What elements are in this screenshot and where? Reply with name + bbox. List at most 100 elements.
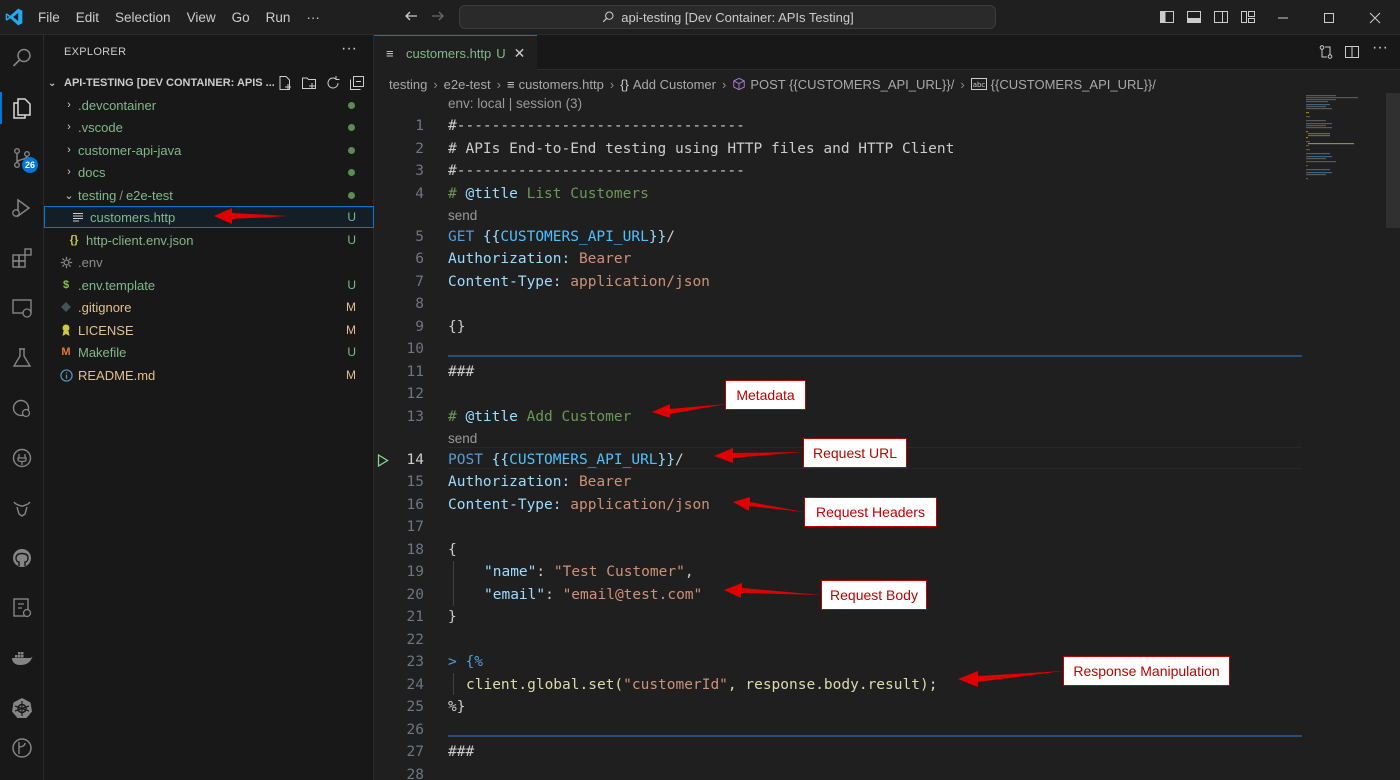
scrollbar-thumb[interactable]: [1386, 93, 1400, 228]
vscode-logo-icon[interactable]: [4, 7, 24, 27]
breadcrumb-url[interactable]: {{CUSTOMERS_API_URL}}/: [991, 77, 1156, 92]
menu-selection[interactable]: Selection: [107, 10, 179, 25]
customize-layout-icon[interactable]: [1240, 9, 1256, 25]
code-editor[interactable]: env: local | session (3) 1 #------------…: [374, 93, 1400, 780]
new-file-icon[interactable]: [277, 75, 293, 91]
back-arrow-icon[interactable]: [403, 8, 419, 24]
status-dot: [348, 191, 355, 199]
dollar-icon: $: [62, 279, 70, 291]
maximize-button[interactable]: [1306, 0, 1352, 35]
tree-file-customers-http[interactable]: customers.http U: [44, 206, 374, 228]
breadcrumb-post-request[interactable]: POST {{CUSTOMERS_API_URL}}/: [750, 77, 954, 92]
close-window-button[interactable]: [1352, 0, 1398, 35]
git-status-badge: M: [346, 323, 356, 337]
chevron-right-icon: ›: [960, 76, 965, 92]
tab-close-icon[interactable]: ✕: [514, 45, 526, 62]
testing-activity[interactable]: [6, 342, 38, 374]
line-number: 20: [406, 586, 424, 603]
testing-icon: [12, 348, 32, 367]
tree-file-readme[interactable]: README.md M: [44, 364, 374, 386]
code-text: POST {{CUSTOMERS_API_URL}}/: [448, 451, 684, 468]
line-number: 6: [415, 251, 424, 267]
tree-folder-customer-api-java[interactable]: › customer-api-java: [44, 139, 374, 161]
tree-folder-testing-e2e-test[interactable]: ⌄ testing / e2e-test: [44, 184, 374, 206]
gitlens-activity[interactable]: [6, 732, 38, 764]
menu-file[interactable]: File: [30, 10, 68, 25]
line-number: 27: [406, 744, 424, 760]
api-activity[interactable]: [6, 442, 38, 474]
breadcrumb-add-customer[interactable]: Add Customer: [633, 77, 716, 92]
search-activity[interactable]: [6, 42, 38, 74]
command-center-search[interactable]: api-testing [Dev Container: APIs Testing…: [459, 5, 996, 29]
toggle-primary-sidebar-icon[interactable]: [1159, 9, 1175, 25]
tree-folder-devcontainer[interactable]: › .devcontainer: [44, 94, 374, 116]
tree-file-env-template[interactable]: $ .env.template U: [44, 274, 374, 296]
code-text: }: [448, 609, 457, 625]
remote-explorer-activity[interactable]: [6, 292, 38, 324]
collapse-all-icon[interactable]: [349, 75, 365, 91]
tree-file-makefile[interactable]: M Makefile U: [44, 341, 374, 363]
editor-more-actions[interactable]: ···: [1372, 39, 1388, 56]
tree-file-license[interactable]: LICENSE M: [44, 319, 374, 341]
tree-item-label: Makefile: [78, 344, 127, 360]
dev-containers-activity[interactable]: [6, 592, 38, 624]
refresh-icon[interactable]: [325, 75, 341, 91]
split-editor-icon[interactable]: [1344, 44, 1360, 60]
tree-folder-vscode[interactable]: › .vscode: [44, 116, 374, 138]
chevron-right-icon: ›: [67, 121, 71, 133]
file-lines-icon: ≡: [386, 45, 394, 61]
svg-text:abc: abc: [972, 81, 985, 89]
run-request-icon[interactable]: [377, 453, 389, 467]
code-line: 27 ###: [374, 741, 1304, 763]
code-text: ###: [448, 363, 475, 380]
breadcrumb-testing[interactable]: testing: [389, 77, 427, 92]
tree-item-label: README.md: [78, 367, 156, 383]
explorer-more-actions[interactable]: ···: [341, 40, 357, 58]
tree-folder-docs[interactable]: › docs: [44, 161, 374, 183]
compare-changes-icon[interactable]: [1318, 44, 1334, 60]
tree-file-http-client-env-json[interactable]: {} http-client.env.json U: [44, 229, 374, 251]
code-text: Authorization: Bearer: [448, 251, 632, 267]
menu-run[interactable]: Run: [258, 10, 299, 25]
timeline-activity[interactable]: [6, 392, 38, 424]
breadcrumb-e2e-test[interactable]: e2e-test: [444, 77, 491, 92]
source-control-activity[interactable]: 26: [6, 142, 39, 174]
codelens-environment[interactable]: env: local | session (3): [448, 93, 582, 115]
explorer-activity[interactable]: [0, 92, 38, 124]
minimap[interactable]: [1304, 93, 1384, 213]
line-number: 24: [406, 676, 424, 693]
code-line: 9 {}: [374, 316, 1304, 338]
toggle-panel-icon[interactable]: [1186, 9, 1202, 25]
new-folder-icon[interactable]: [301, 75, 317, 91]
menu-view[interactable]: View: [179, 10, 224, 25]
menu-go[interactable]: Go: [224, 10, 258, 25]
code-text: #---------------------------------: [448, 118, 745, 134]
minimize-button[interactable]: [1260, 0, 1306, 35]
kubernetes-activity[interactable]: [6, 692, 38, 724]
workspace-section-header[interactable]: ⌄ API-TESTING [DEV CONTAINER: APIS ...: [44, 72, 374, 94]
toggle-secondary-sidebar-icon[interactable]: [1213, 9, 1229, 25]
line-number: 23: [406, 654, 424, 670]
docker-activity[interactable]: [6, 642, 38, 674]
vertical-scrollbar[interactable]: [1386, 93, 1400, 780]
github-activity[interactable]: [6, 542, 38, 574]
menu-edit[interactable]: Edit: [68, 10, 107, 25]
annotation-response-manipulation: Response Manipulation: [1063, 656, 1230, 686]
run-debug-icon: [12, 198, 31, 218]
forward-arrow-icon[interactable]: [430, 8, 446, 24]
title-bar: File Edit Selection View Go Run ··· api-…: [0, 0, 1400, 35]
tree-item-label: customers.http: [90, 209, 176, 225]
extensions-activity[interactable]: [6, 242, 38, 274]
line-number: 12: [406, 386, 424, 402]
tree-file-gitignore[interactable]: .gitignore M: [44, 296, 374, 318]
run-debug-activity[interactable]: [6, 192, 38, 224]
menu-more[interactable]: ···: [298, 10, 328, 25]
tab-customers-http[interactable]: ≡ customers.http U ✕: [374, 35, 537, 70]
info-icon: [58, 367, 74, 383]
breadcrumb-customers-http[interactable]: customers.http: [519, 77, 604, 92]
tree-file-env[interactable]: .env: [44, 251, 374, 273]
code-text: # APIs End-to-End testing using HTTP fil…: [448, 140, 955, 157]
codelens-send-list[interactable]: send: [448, 205, 477, 227]
gnu-activity[interactable]: [6, 492, 38, 524]
tree-item-label: LICENSE: [78, 322, 134, 338]
